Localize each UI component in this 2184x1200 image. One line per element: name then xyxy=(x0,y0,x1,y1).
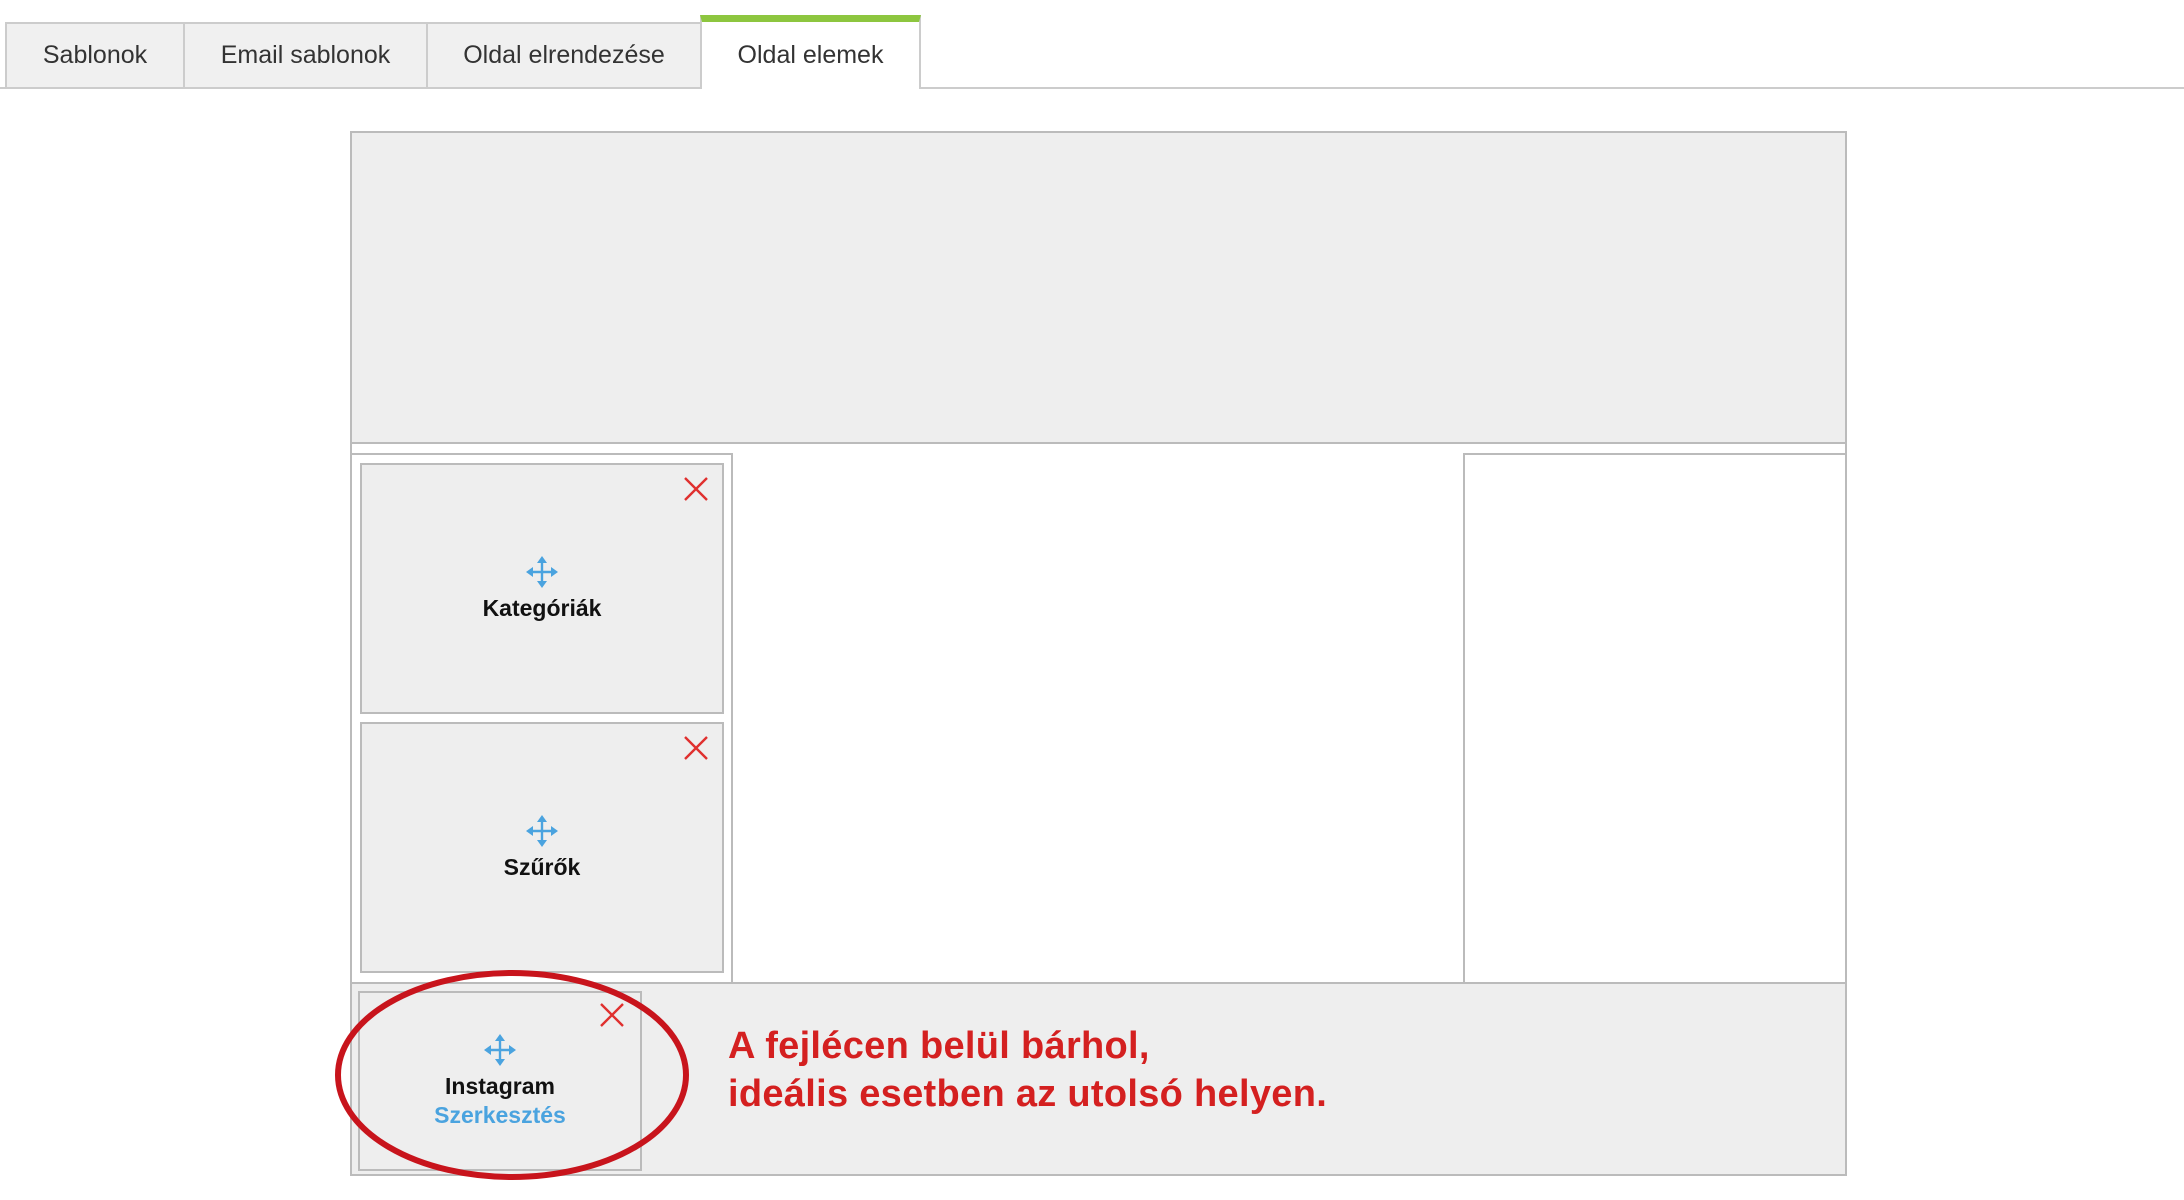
right-column[interactable] xyxy=(1463,453,1847,984)
widget-title: Szűrők xyxy=(503,854,581,880)
tab-sablonok[interactable]: Sablonok xyxy=(5,22,185,87)
annotation-line-2: ideális esetben az utolsó helyen. xyxy=(728,1073,1328,1115)
widget-kategoriak[interactable]: Kategóriák xyxy=(360,463,724,714)
widget-szurok[interactable]: Szűrők xyxy=(360,722,724,973)
tab-label: Oldal elrendezése xyxy=(463,41,665,69)
annotation-text: A fejlécen belül bárhol, ideális esetben… xyxy=(728,1022,1327,1118)
tab-bar-divider xyxy=(0,87,2184,89)
annotation-line-1: A fejlécen belül bárhol, xyxy=(728,1025,1150,1067)
header-region[interactable] xyxy=(350,131,1847,444)
tab-bar: Sablonok Email sablonok Oldal elrendezés… xyxy=(0,0,2184,89)
highlight-ellipse xyxy=(335,970,689,1180)
tab-label: Sablonok xyxy=(42,41,148,69)
tab-label: Email sablonok xyxy=(220,41,391,69)
close-icon[interactable] xyxy=(682,475,710,503)
widget-title: Kategóriák xyxy=(482,595,602,621)
move-icon[interactable] xyxy=(525,555,559,589)
tab-oldal-elrendezese[interactable]: Oldal elrendezése xyxy=(426,22,702,87)
tab-label: Oldal elemek xyxy=(737,41,884,69)
tab-email-sablonok[interactable]: Email sablonok xyxy=(183,22,428,87)
tab-oldal-elemek[interactable]: Oldal elemek xyxy=(700,15,921,89)
close-icon[interactable] xyxy=(682,734,710,762)
move-icon[interactable] xyxy=(525,814,559,848)
